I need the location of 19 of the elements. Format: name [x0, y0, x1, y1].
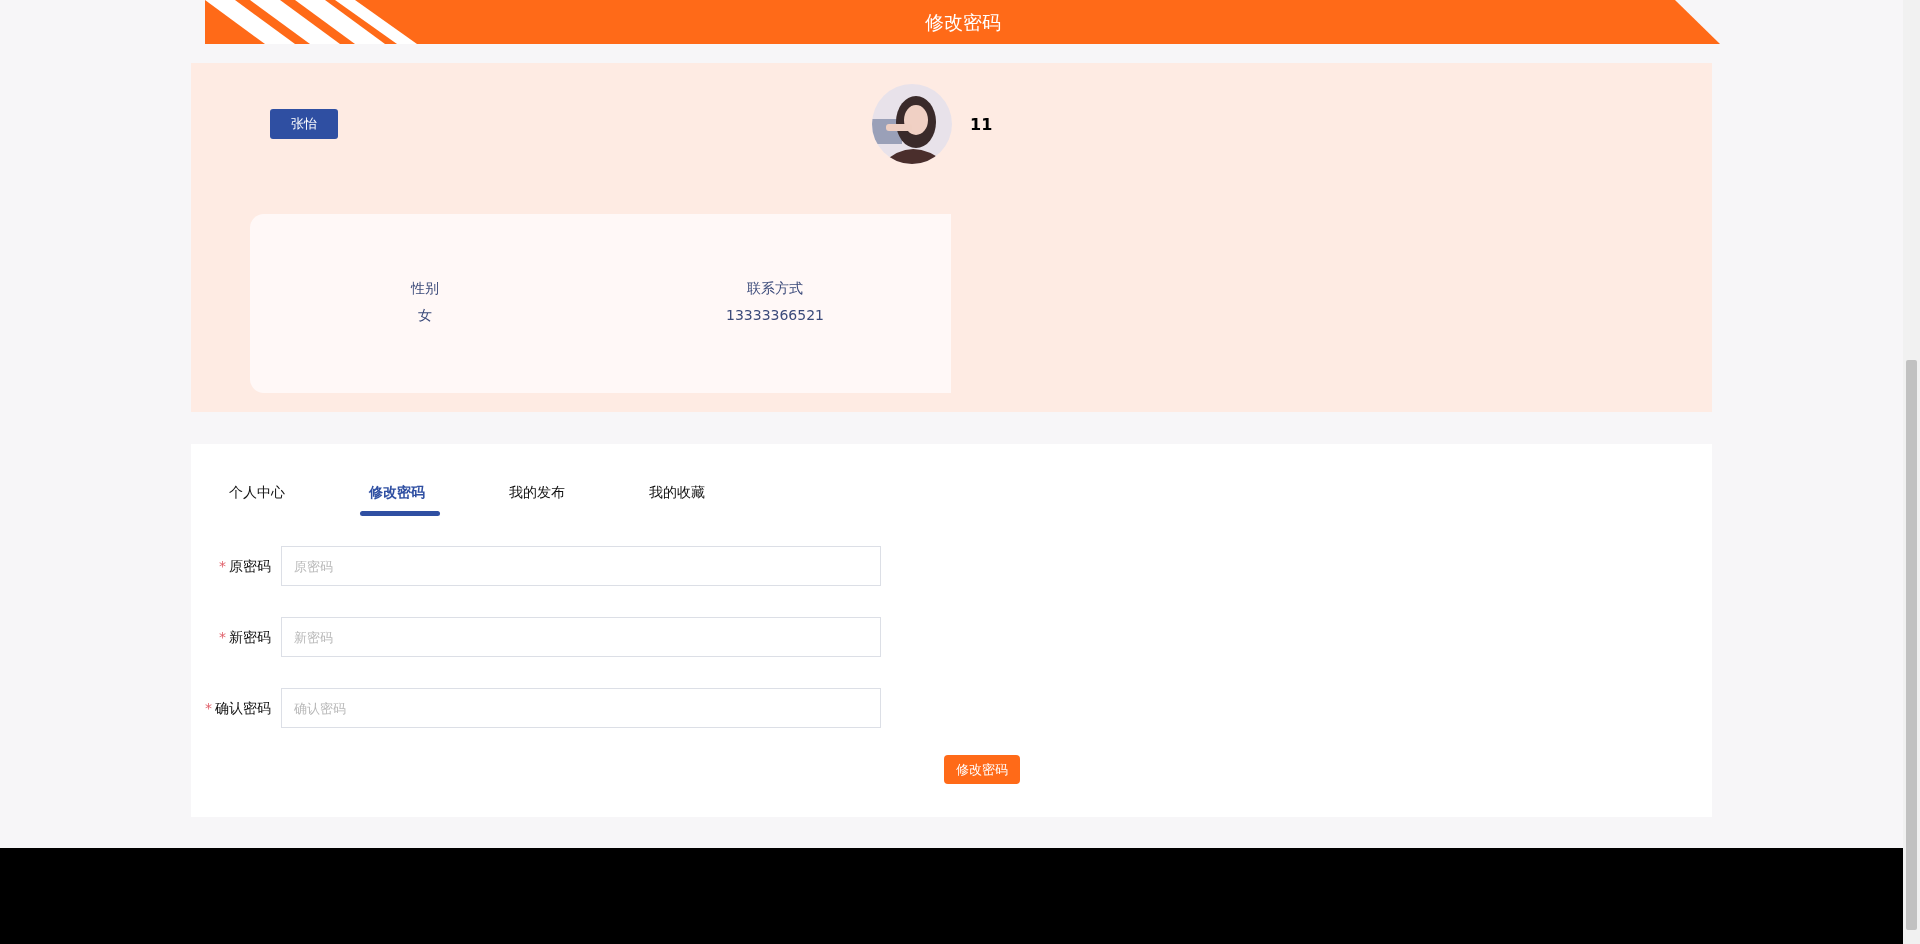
info-label: 性别 — [411, 279, 439, 298]
field-label: * 确认密码 — [204, 698, 272, 718]
info-value: 女 — [418, 306, 432, 325]
scrollbar-thumb[interactable] — [1906, 360, 1917, 930]
tab[interactable]: 我的发布 — [509, 474, 649, 510]
input-field[interactable]: 原密码 — [281, 546, 881, 586]
name-button[interactable]: 张怡 — [270, 109, 338, 139]
username: 11 — [970, 114, 993, 136]
tab[interactable]: 我的收藏 — [649, 474, 789, 510]
scrollbar[interactable] — [1903, 0, 1920, 944]
input-field[interactable]: 确认密码 — [281, 688, 881, 728]
field-label: * 原密码 — [218, 556, 272, 576]
tab[interactable]: 修改密码 — [369, 474, 509, 510]
page-title: 修改密码 — [924, 9, 1001, 35]
info-label: 联系方式 — [747, 279, 803, 298]
field-label: * 新密码 — [218, 627, 272, 647]
input-field[interactable]: 新密码 — [281, 617, 881, 657]
info-value: 13333366521 — [726, 306, 824, 325]
tab[interactable]: 个人中心 — [229, 474, 369, 510]
